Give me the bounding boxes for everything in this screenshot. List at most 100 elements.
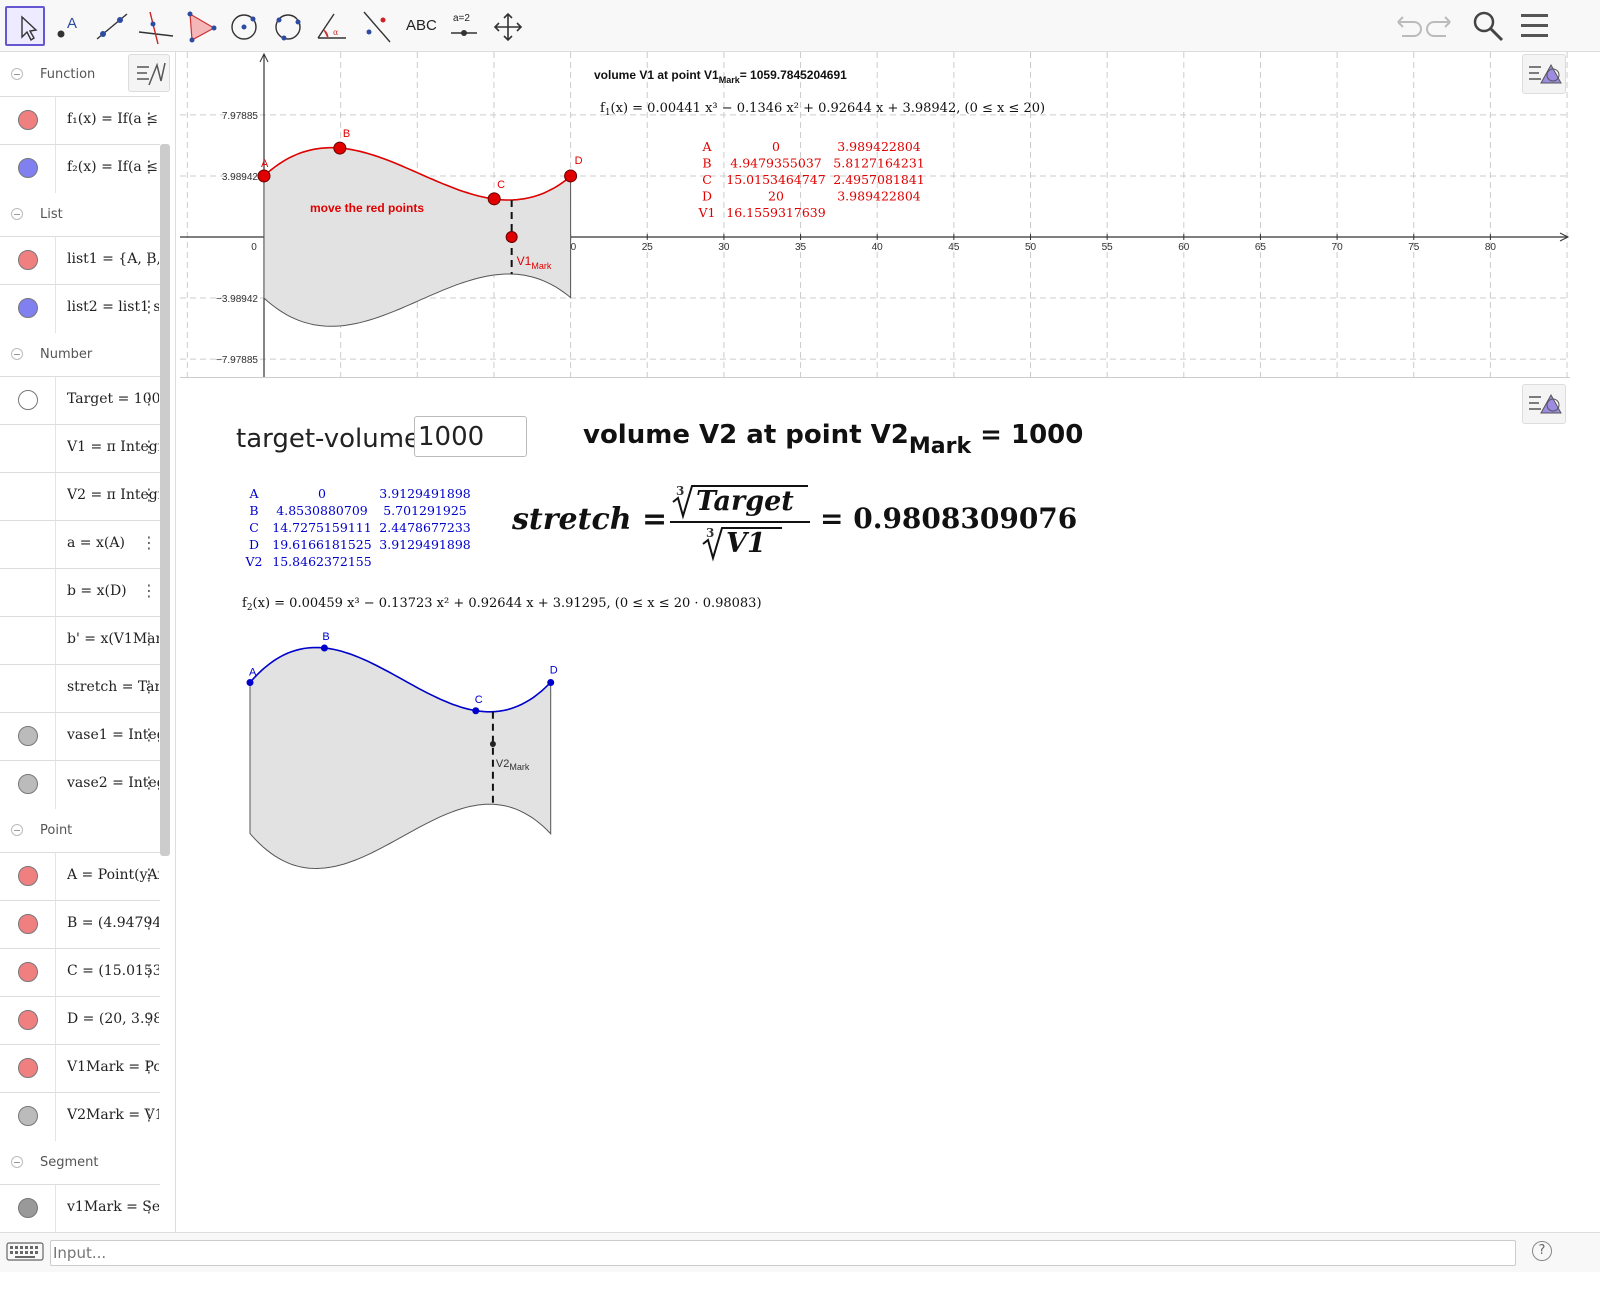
algebra-row[interactable]: V1Mark = Point(⋮ [0, 1044, 160, 1093]
more-options-icon[interactable]: ⋮ [141, 485, 157, 504]
algebra-row[interactable]: list1 = {A, B, C⋮ [0, 236, 160, 285]
target-volume-input[interactable] [414, 416, 527, 457]
algebra-group-number[interactable]: Number [0, 332, 160, 378]
algebra-row[interactable]: V1 = π Integral⋮ [0, 424, 160, 473]
conic-tool-button[interactable] [268, 6, 308, 46]
keyboard-button[interactable] [6, 1241, 44, 1263]
more-options-icon[interactable]: ⋮ [141, 109, 157, 128]
algebra-row[interactable]: a = x(A) ⋮ [0, 520, 160, 569]
more-options-icon[interactable]: ⋮ [141, 725, 157, 744]
more-options-icon[interactable]: ⋮ [141, 629, 157, 648]
undo-button[interactable] [1390, 10, 1422, 42]
table2-cell: 3.9129491898 [379, 537, 471, 552]
point-D [547, 678, 555, 686]
more-options-icon[interactable]: ⋮ [141, 1009, 157, 1028]
cube-root-index-bottom: 3 [706, 526, 715, 540]
visibility-toggle[interactable] [18, 774, 38, 794]
collapse-icon[interactable] [11, 208, 23, 220]
visibility-toggle[interactable] [18, 914, 38, 934]
algebra-row[interactable]: stretch = Targe⋮ [0, 664, 160, 713]
angle-tool-button[interactable]: α [312, 6, 352, 46]
more-options-icon[interactable]: ⋮ [141, 961, 157, 980]
more-options-icon[interactable]: ⋮ [141, 913, 157, 932]
search-button[interactable] [1470, 8, 1506, 44]
visibility-toggle[interactable] [18, 110, 38, 130]
algebra-row[interactable]: vase2 = Integra⋮ [0, 760, 160, 809]
move-arrows-icon [493, 12, 523, 42]
slider-tool-button[interactable]: a=2 [444, 6, 484, 46]
collapse-icon[interactable] [11, 348, 23, 360]
redo-button[interactable] [1426, 10, 1458, 42]
visibility-toggle[interactable] [18, 1198, 38, 1218]
text-tool-button[interactable]: ABC [400, 6, 440, 46]
collapse-icon[interactable] [11, 68, 23, 80]
visibility-toggle[interactable] [18, 1058, 38, 1078]
algebra-row[interactable]: vase1 = Integra⋮ [0, 712, 160, 761]
more-options-icon[interactable]: ⋮ [141, 865, 157, 884]
algebra-group-point[interactable]: Point [0, 808, 160, 854]
graphics2-style-button[interactable] [1522, 384, 1566, 424]
algebra-row[interactable]: v1Mark = Segmen⋮ [0, 1184, 160, 1233]
algebra-row[interactable]: B = (4.94794, 5⋮ [0, 900, 160, 949]
more-options-icon[interactable]: ⋮ [141, 297, 157, 316]
graphics-view-1[interactable]: 051015202530354045505560657075807.978853… [180, 52, 1570, 378]
perpendicular-tool-button[interactable] [136, 6, 176, 46]
visibility-toggle[interactable] [18, 726, 38, 746]
visibility-toggle[interactable] [18, 1106, 38, 1126]
point-tool-button[interactable]: A [48, 6, 88, 46]
line-tool-button[interactable] [92, 6, 132, 46]
sidebar-scrollbar[interactable] [160, 144, 170, 856]
group-label: Segment [40, 1155, 99, 1170]
reflect-tool-button[interactable] [356, 6, 396, 46]
more-options-icon[interactable]: ⋮ [141, 533, 157, 552]
x-tick-label: 45 [948, 242, 960, 253]
main-menu-button[interactable] [1518, 10, 1552, 42]
circle-tool-button[interactable] [224, 6, 264, 46]
more-options-icon[interactable]: ⋮ [141, 437, 157, 456]
more-options-icon[interactable]: ⋮ [141, 249, 157, 268]
visibility-toggle[interactable] [18, 298, 38, 318]
more-options-icon[interactable]: ⋮ [141, 1105, 157, 1124]
circle-icon [231, 14, 257, 40]
algebra-row[interactable]: A = Point(yAxis⋮ [0, 852, 160, 901]
x-tick-label: 30 [718, 242, 730, 253]
more-options-icon[interactable]: ⋮ [141, 1057, 157, 1076]
visibility-toggle[interactable] [18, 962, 38, 982]
move-tool-button[interactable] [5, 6, 45, 46]
visibility-toggle[interactable] [18, 866, 38, 886]
group-label: Number [40, 347, 93, 362]
algebra-row[interactable]: D = (20, 3.9894⋮ [0, 996, 160, 1045]
algebra-row[interactable]: b' = x(V1Mark)⋮ [0, 616, 160, 665]
input-field[interactable] [50, 1240, 1516, 1266]
algebra-group-list[interactable]: List [0, 192, 160, 238]
polygon-tool-button[interactable] [180, 6, 220, 46]
help-button[interactable]: ? [1532, 1241, 1552, 1261]
more-options-icon[interactable]: ⋮ [141, 157, 157, 176]
more-options-icon[interactable]: ⋮ [141, 773, 157, 792]
point-label: B [343, 128, 350, 140]
visibility-toggle[interactable] [18, 250, 38, 270]
move-view-tool-button[interactable] [488, 6, 528, 46]
algebra-row[interactable]: f₂(x) = If(a ≤ x⋮ [0, 144, 160, 193]
more-options-icon[interactable]: ⋮ [141, 389, 157, 408]
visibility-toggle[interactable] [18, 158, 38, 178]
algebra-row[interactable]: list2 = list1 stre⋮ [0, 284, 160, 333]
graphics1-style-button[interactable] [1522, 54, 1566, 94]
v2-caption-sub: Mark [908, 434, 972, 459]
visibility-toggle[interactable] [18, 390, 38, 410]
algebra-row[interactable]: C = (15.01535,⋮ [0, 948, 160, 997]
algebra-row[interactable]: f₁(x) = If(a ≤ x⋮ [0, 96, 160, 145]
collapse-icon[interactable] [11, 824, 23, 836]
algebra-group-segment[interactable]: Segment [0, 1140, 160, 1186]
algebra-row[interactable]: V2 = π Integral⋮ [0, 472, 160, 521]
graphics-1-canvas[interactable]: 051015202530354045505560657075807.978853… [180, 52, 1570, 378]
more-options-icon[interactable]: ⋮ [141, 677, 157, 696]
more-options-icon[interactable]: ⋮ [141, 1197, 157, 1216]
algebra-row[interactable]: b = x(D) ⋮ [0, 568, 160, 617]
collapse-icon[interactable] [11, 1156, 23, 1168]
visibility-toggle[interactable] [18, 1010, 38, 1030]
more-options-icon[interactable]: ⋮ [141, 581, 157, 600]
algebra-row[interactable]: V2Mark = V1Mark⋮ [0, 1092, 160, 1141]
algebra-row[interactable]: Target = 1000⋮ [0, 376, 160, 425]
algebra-style-button[interactable] [128, 54, 170, 92]
